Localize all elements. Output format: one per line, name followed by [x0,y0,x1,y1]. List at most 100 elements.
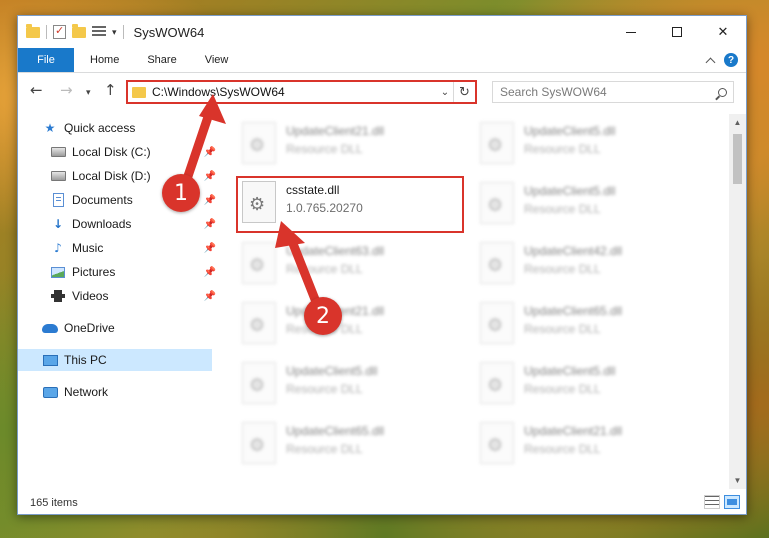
file-description: Resource DLL [286,142,363,156]
file-description: Resource DLL [524,142,601,156]
properties-icon[interactable] [53,24,66,39]
tab-file[interactable]: File [18,48,74,72]
dll-file-icon [480,422,514,464]
window-title: SysWOW64 [133,24,205,40]
dll-file-icon [242,242,276,284]
help-icon[interactable]: ? [724,53,738,67]
vertical-scrollbar[interactable]: ▲ ▼ [729,114,746,489]
dll-file-icon [242,422,276,464]
search-button[interactable] [711,87,733,97]
dll-file-icon [242,362,276,404]
address-row: ← → ▾ ↑ C:\Windows\SysWOW64 ⌄ ↻ [18,74,746,108]
file-description: Resource DLL [524,322,601,336]
step-1-badge: 1 [162,174,200,212]
star-icon: ★ [44,121,56,135]
computer-icon [42,353,58,367]
scroll-thumb[interactable] [733,134,742,184]
tiles-view-icon[interactable] [724,495,740,509]
sidebar-item-this-pc[interactable]: This PC [42,349,107,371]
file-item[interactable]: UpdateClient63.dll Resource DLL [236,238,466,294]
forward-button[interactable]: → [60,83,73,98]
dll-file-icon [480,242,514,284]
file-name: UpdateClient5.dll [524,364,616,378]
dll-file-icon [242,122,276,164]
sidebar-item-videos[interactable]: Videos 📌 [50,285,216,307]
file-name: UpdateClient5.dll [524,124,616,138]
sidebar-item-onedrive[interactable]: OneDrive [42,317,115,339]
file-item[interactable]: UpdateClient5.dll Resource DLL [474,118,704,174]
folder-icon [26,23,40,38]
sidebar-item-network[interactable]: Network [42,381,108,403]
videos-icon [50,289,66,303]
file-item[interactable]: UpdateClient21.dllResource DLL [236,298,466,354]
ribbon-tabs: File Home Share View ? [18,48,746,73]
tab-view[interactable]: View [191,48,243,72]
sidebar-item-label: This PC [64,353,107,367]
file-item[interactable]: UpdateClient42.dll Resource DLL [474,238,704,294]
file-description: Resource DLL [286,262,363,276]
new-folder-icon[interactable] [72,23,86,38]
file-item[interactable]: UpdateClient5.dll Resource DLL [474,178,704,234]
close-button[interactable]: ✕ [700,16,746,48]
file-item[interactable]: UpdateClient21.dllResource DLL [474,418,704,474]
file-explorer-window: ▾ SysWOW64 ✕ File Home Share View ? ← → … [17,15,747,515]
documents-icon [50,193,66,207]
sidebar-item-local-disk-c[interactable]: Local Disk (C:) 📌 [50,141,216,163]
quick-access-toolbar: ▾ [18,23,124,39]
file-item[interactable]: UpdateClient5.dll Resource DLL [474,358,704,414]
file-item[interactable]: UpdateClient65.dll Resource DLL [236,418,466,474]
file-description: Resource DLL [524,382,601,396]
sidebar-item-music[interactable]: ♪ Music 📌 [50,237,216,259]
address-bar[interactable]: C:\Windows\SysWOW64 ⌄ ↻ [126,80,477,104]
sidebar-item-downloads[interactable]: ↓ Downloads 📌 [50,213,216,235]
address-dropdown-icon[interactable]: ⌄ [437,87,453,98]
network-icon [42,385,58,399]
search-input[interactable] [500,85,711,99]
sidebar-item-label: Network [64,385,109,399]
details-view-icon[interactable] [704,495,720,509]
file-item[interactable]: UpdateClient5.dll Resource DLL [236,358,466,414]
dll-file-icon [242,302,276,344]
tab-share[interactable]: Share [133,48,190,72]
search-icon [717,87,727,97]
file-name: UpdateClient65.dll [286,424,385,438]
refresh-button[interactable]: ↻ [453,82,475,102]
file-description: Resource DLL [524,202,601,216]
address-path[interactable]: C:\Windows\SysWOW64 [152,85,437,99]
file-item[interactable]: UpdateClient65.dll Resource DLL [474,298,704,354]
music-icon: ♪ [54,241,62,255]
title-bar: ▾ SysWOW64 ✕ [18,16,746,48]
close-icon: ✕ [717,24,729,40]
file-description: Resource DLL [286,442,363,456]
cloud-icon [42,321,58,335]
sidebar-item-pictures[interactable]: Pictures 📌 [50,261,216,283]
status-bar: 165 items [18,491,746,514]
file-list: UpdateClient21.dllResource DLL csstate.d… [214,114,746,489]
sidebar-item-label: Documents [72,193,133,207]
search-box[interactable] [492,81,734,103]
recent-locations-button[interactable]: ▾ [86,86,91,100]
tab-home[interactable]: Home [74,48,133,72]
step-2-badge: 2 [304,297,342,335]
file-name: UpdateClient21.dll [286,124,385,138]
sidebar-item-label: Local Disk (C:) [72,145,151,159]
sidebar-item-label: Pictures [72,265,116,279]
disk-icon [50,145,66,159]
chevron-down-icon[interactable]: ▾ [112,27,117,38]
file-item[interactable]: UpdateClient21.dll Resource DLL [236,118,466,174]
maximize-button[interactable] [654,16,700,48]
sidebar-item-label: Music [72,241,104,255]
minimize-button[interactable] [608,16,654,48]
file-description: Resource DLL [524,262,601,276]
scroll-down-icon[interactable]: ▼ [729,472,746,489]
file-name: UpdateClient42.dll [524,244,623,258]
back-button[interactable]: ← [30,83,43,98]
file-name: UpdateClient21.dll [524,424,623,438]
expand-ribbon-icon[interactable] [705,57,716,67]
dll-file-icon [480,362,514,404]
scroll-up-icon[interactable]: ▲ [729,114,746,131]
view-buttons [704,495,740,509]
sidebar-item-quick-access[interactable]: ★ Quick access [42,117,136,139]
customize-toolbar-icon[interactable] [92,26,106,38]
up-button[interactable]: ↑ [104,83,117,98]
